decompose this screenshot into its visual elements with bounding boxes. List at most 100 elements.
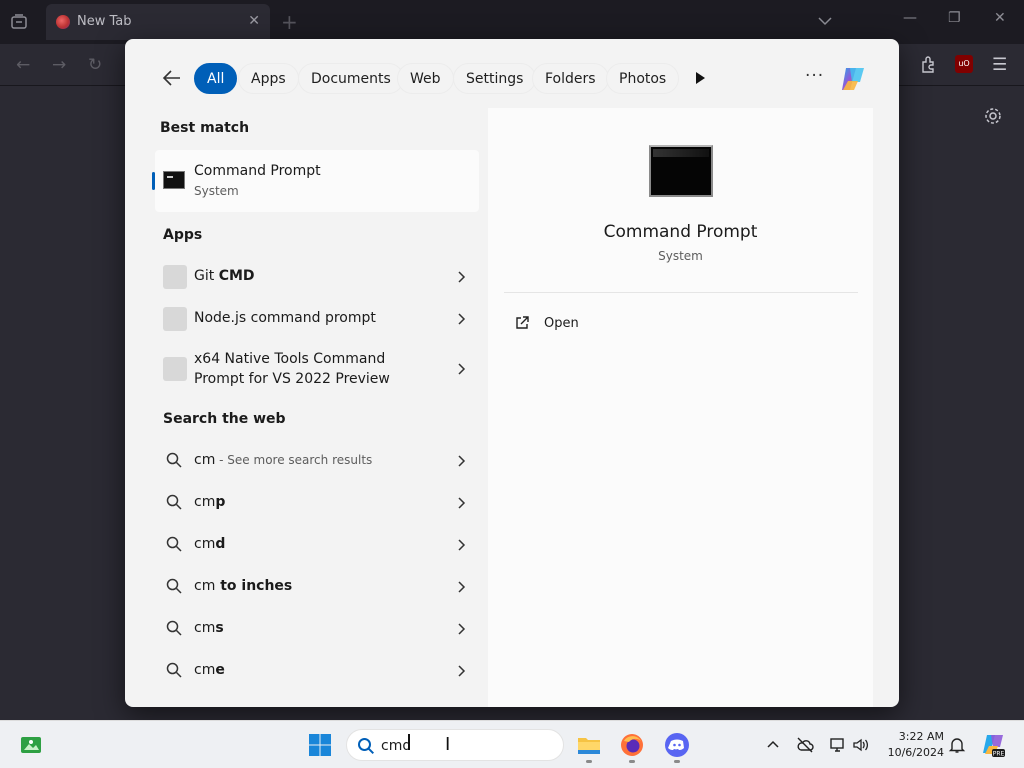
chevron-down-icon[interactable]: [817, 13, 833, 29]
new-tab-button[interactable]: +: [281, 10, 298, 34]
open-external-icon: [516, 316, 529, 329]
search-icon: [166, 662, 182, 678]
back-arrow-icon[interactable]: [161, 67, 183, 89]
search-icon: [166, 536, 182, 552]
chevron-right-icon: [458, 313, 466, 325]
clock-time: 3:22 AM: [898, 730, 944, 743]
more-options-button[interactable]: ···: [805, 66, 824, 86]
tab-list-icon[interactable]: [9, 12, 29, 32]
copilot-pre-icon[interactable]: PRE: [980, 732, 1006, 758]
forward-icon[interactable]: →: [52, 55, 66, 75]
chevron-right-icon: [458, 271, 466, 283]
notification-bell-icon[interactable]: [948, 736, 966, 754]
taskbar-search-box[interactable]: [346, 729, 564, 761]
reload-icon[interactable]: ↻: [88, 55, 102, 75]
chevron-right-icon: [458, 539, 466, 551]
command-prompt-icon: [163, 171, 185, 189]
chevron-right-icon: [458, 665, 466, 677]
search-icon: [166, 620, 182, 636]
back-icon[interactable]: ←: [16, 55, 30, 75]
web-result[interactable]: cms: [155, 615, 467, 643]
browser-tab[interactable]: New Tab ✕: [46, 4, 270, 40]
minimize-button[interactable]: —: [903, 10, 917, 26]
widgets-icon[interactable]: [20, 735, 42, 755]
system-clock[interactable]: 3:22 AM 10/6/2024: [880, 729, 944, 761]
chevron-right-icon: [458, 497, 466, 509]
best-match-item[interactable]: Command Prompt System: [152, 150, 479, 212]
selection-indicator: [152, 172, 155, 190]
web-result[interactable]: cm to inches: [155, 573, 467, 601]
running-indicator: [674, 760, 680, 763]
best-match-heading: Best match: [160, 120, 250, 136]
search-icon: [166, 578, 182, 594]
chevron-right-icon: [458, 455, 466, 467]
app-result-label: Node.js command prompt: [194, 310, 376, 326]
search-input[interactable]: [381, 736, 541, 756]
copilot-icon[interactable]: [837, 63, 869, 95]
app-result-git-cmd[interactable]: Git CMD: [155, 261, 467, 293]
divider: [504, 292, 858, 293]
app-result-nodejs[interactable]: Node.js command prompt: [155, 303, 467, 335]
menu-icon[interactable]: ☰: [992, 55, 1007, 75]
text-caret: [408, 734, 410, 750]
chevron-up-icon[interactable]: [764, 736, 782, 754]
app-icon: [163, 265, 187, 289]
web-result-label: cmp: [194, 494, 226, 510]
taskbar: 3:22 AM 10/6/2024 PRE: [0, 720, 1024, 768]
filter-documents[interactable]: Documents: [298, 63, 404, 94]
file-explorer-icon[interactable]: [576, 732, 602, 758]
web-result-label: cme: [194, 662, 225, 678]
ublock-icon[interactable]: uO: [955, 55, 973, 73]
web-result[interactable]: cme: [155, 657, 467, 685]
running-indicator: [629, 760, 635, 763]
tab-close-icon[interactable]: ✕: [248, 13, 260, 29]
network-icon[interactable]: [829, 736, 847, 754]
app-icon: [163, 357, 187, 381]
app-result-label: Git CMD: [194, 268, 255, 284]
cloud-offline-icon[interactable]: [796, 736, 814, 754]
app-result-label: x64 Native Tools Command Prompt for VS 20…: [194, 351, 390, 387]
best-match-title: Command Prompt: [194, 163, 321, 179]
open-action[interactable]: Open: [514, 313, 634, 335]
running-indicator: [586, 760, 592, 763]
details-subtitle: System: [658, 249, 703, 263]
web-result[interactable]: cmp: [155, 489, 467, 517]
web-result-label: cms: [194, 620, 224, 636]
details-title: Command Prompt: [603, 222, 758, 242]
web-result-label: cmd: [194, 536, 226, 552]
discord-icon[interactable]: [664, 732, 690, 758]
restore-button[interactable]: ❐: [948, 10, 961, 26]
filter-photos[interactable]: Photos: [606, 63, 680, 94]
play-more-icon[interactable]: [692, 70, 708, 86]
web-result-label: cm to inches: [194, 578, 293, 594]
svg-text:PRE: PRE: [993, 751, 1005, 758]
gear-icon[interactable]: [984, 107, 1002, 125]
app-result-x64-native-tools[interactable]: x64 Native Tools Command Prompt for VS 20…: [155, 347, 467, 391]
filter-settings[interactable]: Settings: [453, 63, 537, 94]
search-icon: [166, 452, 182, 468]
chevron-right-icon: [458, 623, 466, 635]
firefox-icon[interactable]: [619, 732, 645, 758]
windows-start-icon[interactable]: [308, 733, 332, 757]
chevron-right-icon: [458, 581, 466, 593]
filter-web[interactable]: Web: [397, 63, 454, 94]
open-action-label: Open: [544, 316, 579, 331]
web-result[interactable]: cmd: [155, 531, 467, 559]
apps-heading: Apps: [163, 227, 203, 243]
volume-icon[interactable]: [852, 736, 870, 754]
search-icon: [358, 738, 375, 755]
best-match-subtitle: System: [194, 184, 239, 198]
web-result-label: cm - See more search results: [194, 452, 373, 468]
search-web-heading: Search the web: [163, 411, 286, 427]
extensions-icon[interactable]: [920, 55, 938, 73]
filter-apps[interactable]: Apps: [238, 63, 299, 94]
app-icon: [163, 307, 187, 331]
browser-tab-bar: New Tab ✕ + — ❐ ✕: [0, 0, 1024, 44]
filter-all[interactable]: All: [194, 63, 238, 94]
web-result[interactable]: cm - See more search results: [155, 447, 467, 475]
command-prompt-icon: [649, 145, 713, 197]
details-pane: Command Prompt System Open: [488, 108, 873, 707]
search-icon: [166, 494, 182, 510]
filter-folders[interactable]: Folders: [532, 63, 609, 94]
close-window-button[interactable]: ✕: [994, 10, 1006, 26]
